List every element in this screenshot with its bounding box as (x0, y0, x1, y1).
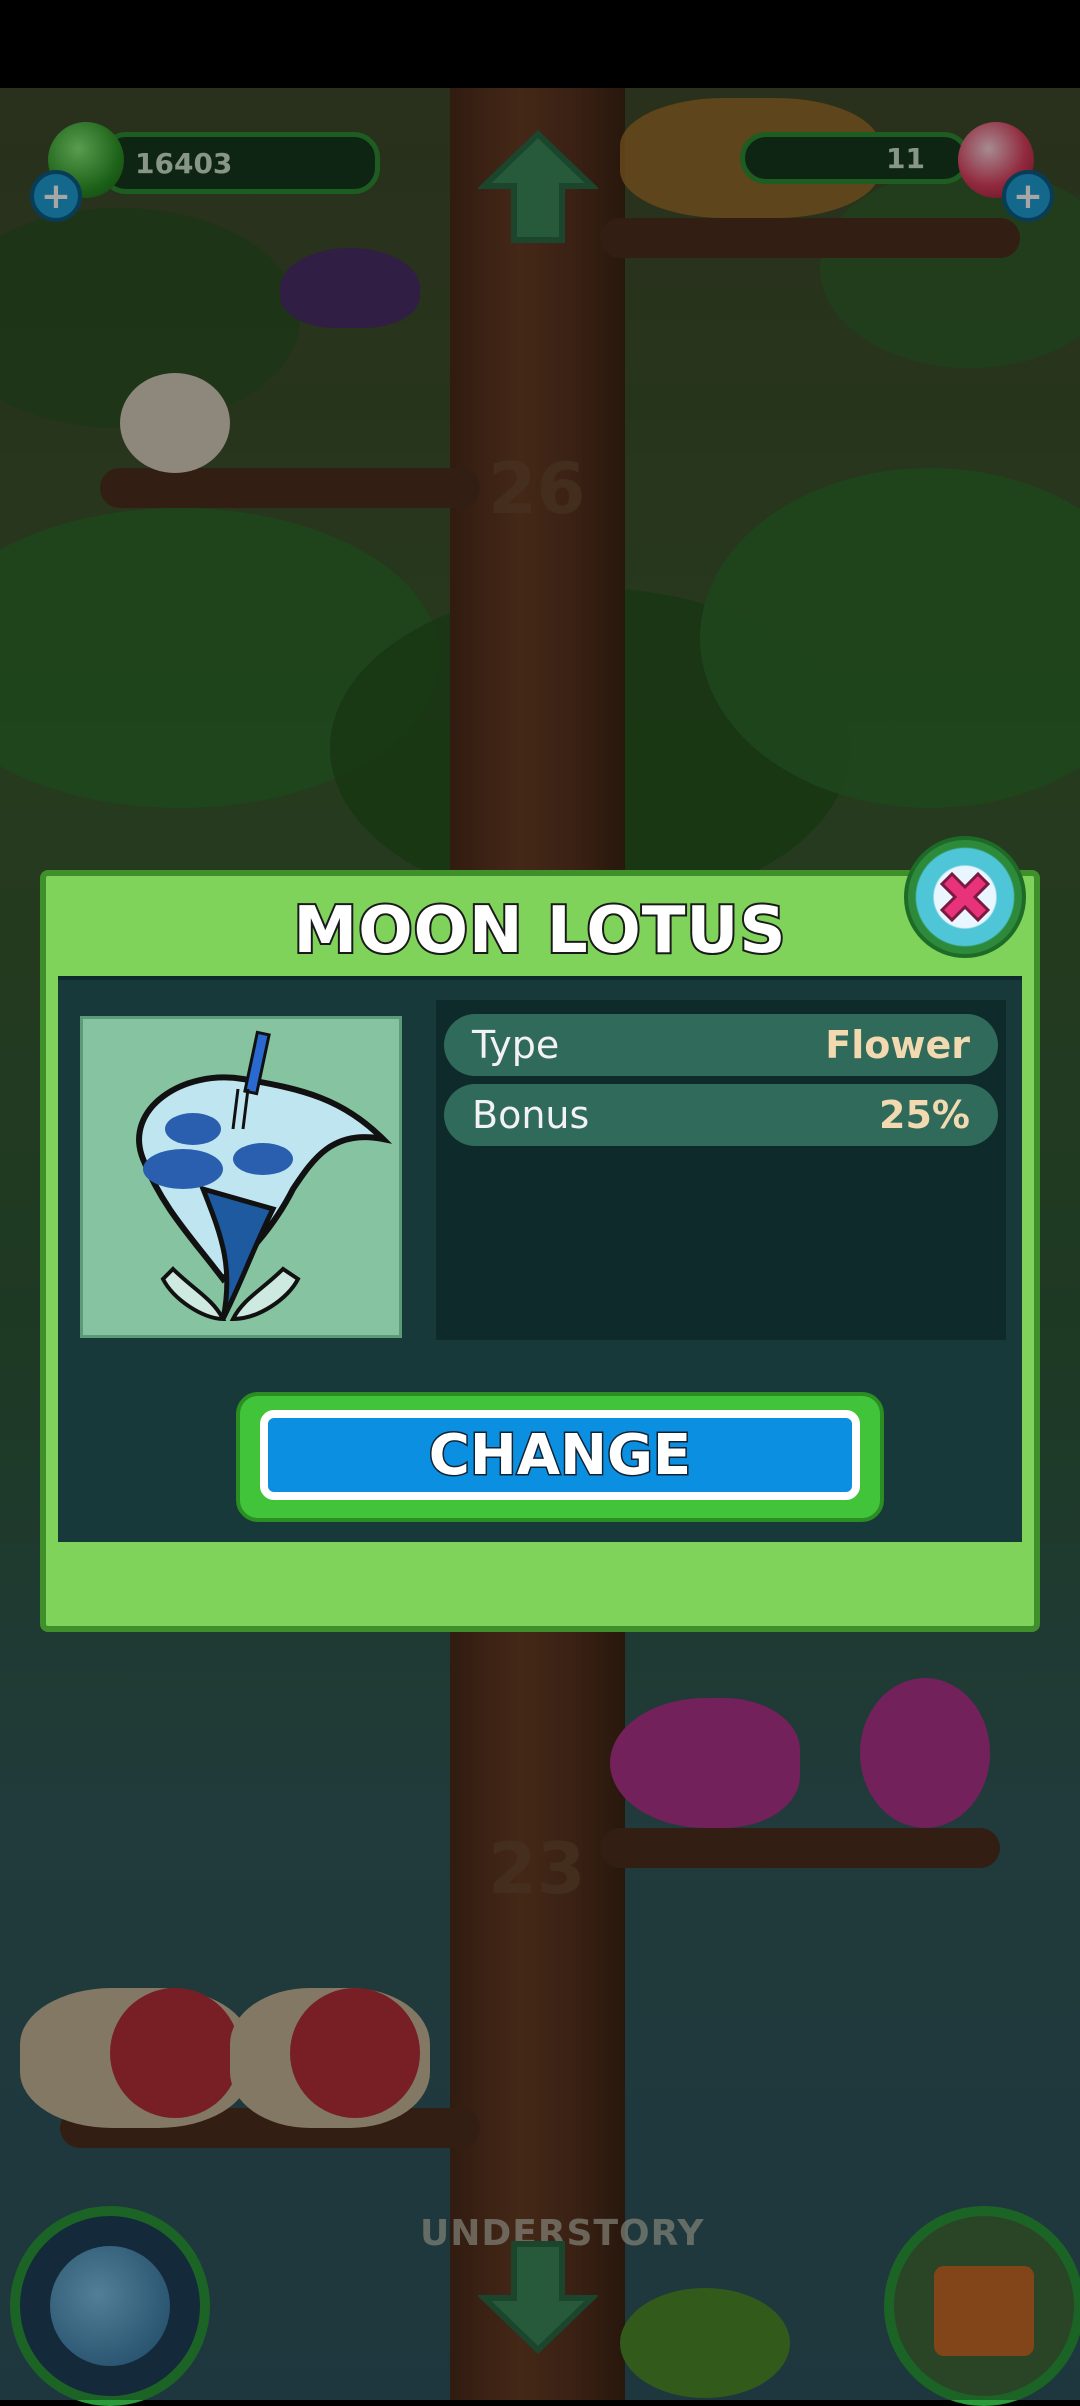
stat-value: Flower (825, 1023, 970, 1067)
stat-label: Type (472, 1023, 560, 1067)
stat-label: Bonus (472, 1093, 590, 1137)
change-button[interactable]: CHANGE (260, 1410, 860, 1500)
stat-value: 25% (879, 1093, 970, 1137)
stat-row-type: Type Flower (444, 1014, 998, 1076)
item-image-frame (80, 1016, 402, 1338)
stats-panel: Type Flower Bonus 25% (436, 1000, 1006, 1340)
stat-row-bonus: Bonus 25% (444, 1084, 998, 1146)
dialog-body: Type Flower Bonus 25% CHANGE (58, 976, 1022, 1542)
close-button[interactable] (904, 836, 1026, 958)
close-icon (939, 871, 991, 923)
item-dialog: MOON LOTUS Type Flower Bonus 25% CHANGE (40, 836, 1040, 1632)
status-bar (0, 0, 1080, 88)
dialog-title: MOON LOTUS (292, 892, 788, 970)
change-button-frame: CHANGE (236, 1392, 884, 1522)
moon-lotus-icon (136, 1030, 393, 1322)
